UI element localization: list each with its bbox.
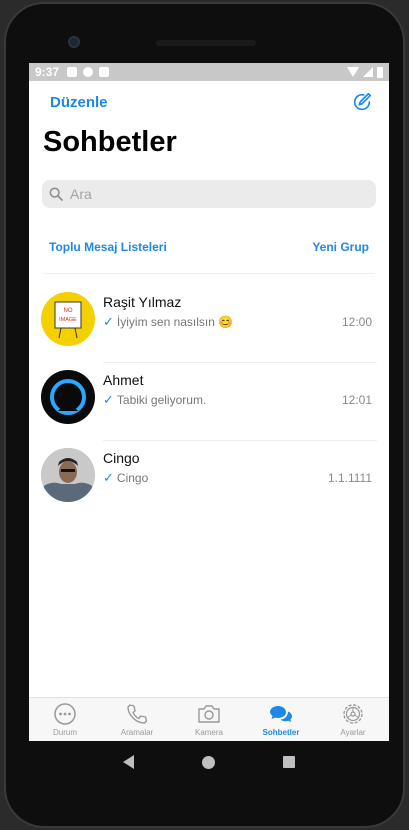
- status-bar: 9:37: [29, 63, 389, 81]
- tab-ayarlar[interactable]: Ayarlar: [317, 698, 389, 741]
- no-image-avatar-icon: NO IMAGE: [54, 301, 82, 339]
- wifi-icon: [347, 67, 359, 77]
- user-silhouette-icon: [50, 379, 86, 415]
- sent-check-icon: ✓: [103, 470, 114, 485]
- status-time: 9:37: [35, 65, 60, 79]
- back-icon[interactable]: [123, 755, 134, 769]
- chat-row-cingo[interactable]: Cingo ✓ Cingo 1.1.1111: [29, 441, 389, 519]
- camera-icon: [198, 705, 220, 723]
- top-bar: Düzenle: [29, 89, 389, 115]
- phone-icon: [127, 704, 148, 724]
- search-icon: [49, 187, 63, 201]
- tab-label: Durum: [52, 728, 77, 737]
- avatar: [41, 370, 95, 424]
- recent-apps-icon[interactable]: [283, 756, 295, 768]
- home-icon[interactable]: [202, 755, 215, 769]
- edit-button[interactable]: Düzenle: [50, 94, 108, 111]
- chat-name: Ahmet: [103, 372, 144, 388]
- tab-label: Ayarlar: [340, 728, 366, 737]
- tab-aramalar[interactable]: Aramalar: [101, 698, 173, 741]
- person-photo-icon: [41, 448, 95, 502]
- search-bar[interactable]: [42, 180, 376, 208]
- chat-list: NO IMAGE Raşit Yılmaz ✓ İyiyim sen nasıl…: [29, 285, 389, 519]
- sent-check-icon: ✓: [103, 392, 114, 407]
- system-nav-bar: [29, 741, 389, 783]
- speaker-grille: [156, 40, 256, 46]
- sim-card-icon: [99, 67, 110, 77]
- settings-gear-icon: [343, 704, 363, 724]
- compose-icon[interactable]: [351, 91, 373, 113]
- divider: [43, 273, 375, 274]
- chat-name: Cingo: [103, 450, 140, 466]
- search-input[interactable]: [70, 186, 350, 202]
- sent-check-icon: ✓: [103, 314, 114, 329]
- avatar: [41, 448, 95, 502]
- chat-time: 12:01: [341, 393, 372, 407]
- bottom-tab-bar: Durum Aramalar Kamera Sohbetler Ayarlar: [29, 697, 389, 741]
- chat-last-message: ✓ Tabiki geliyorum.: [103, 392, 206, 408]
- tab-label: Sohbetler: [262, 728, 300, 737]
- front-camera: [68, 36, 80, 48]
- chat-row-rasit[interactable]: NO IMAGE Raşit Yılmaz ✓ İyiyim sen nasıl…: [29, 285, 389, 363]
- chat-message-text: Tabiki geliyorum.: [116, 393, 207, 407]
- broadcast-lists-link[interactable]: Toplu Mesaj Listeleri: [49, 240, 167, 254]
- chat-bubbles-icon: [270, 706, 292, 722]
- tab-label: Kamera: [194, 728, 223, 737]
- chat-message-text: İyiyim sen nasılsın 😊: [116, 315, 234, 329]
- notification-a-icon: [67, 67, 78, 77]
- notification-f-icon: [83, 67, 94, 77]
- tab-kamera[interactable]: Kamera: [173, 698, 245, 741]
- battery-icon: [377, 66, 383, 78]
- tab-durum[interactable]: Durum: [29, 698, 101, 741]
- avatar: NO IMAGE: [41, 292, 95, 346]
- page-title: Sohbetler: [43, 126, 177, 158]
- chat-row-ahmet[interactable]: Ahmet ✓ Tabiki geliyorum. 12:01: [29, 363, 389, 441]
- avatar-text-line1: NO: [64, 308, 73, 314]
- avatar-text-line2: IMAGE: [59, 317, 77, 323]
- app-screen: 9:37 Düzenle Sohbetler Toplu Mesaj Liste…: [29, 63, 389, 741]
- chat-time: 12:00: [341, 315, 372, 329]
- tab-sohbetler[interactable]: Sohbetler: [245, 698, 317, 741]
- chat-time: 1.1.1111: [327, 471, 372, 485]
- new-group-link[interactable]: Yeni Grup: [312, 240, 369, 254]
- chat-actions-row: Toplu Mesaj Listeleri Yeni Grup: [29, 239, 389, 259]
- tab-label: Aramalar: [120, 728, 154, 737]
- signal-icon: [363, 67, 373, 77]
- chat-last-message: ✓ Cingo: [103, 470, 148, 486]
- status-icon: [54, 703, 76, 725]
- chat-name: Raşit Yılmaz: [103, 294, 182, 310]
- chat-message-text: Cingo: [116, 471, 149, 485]
- chat-last-message: ✓ İyiyim sen nasılsın 😊: [103, 314, 233, 330]
